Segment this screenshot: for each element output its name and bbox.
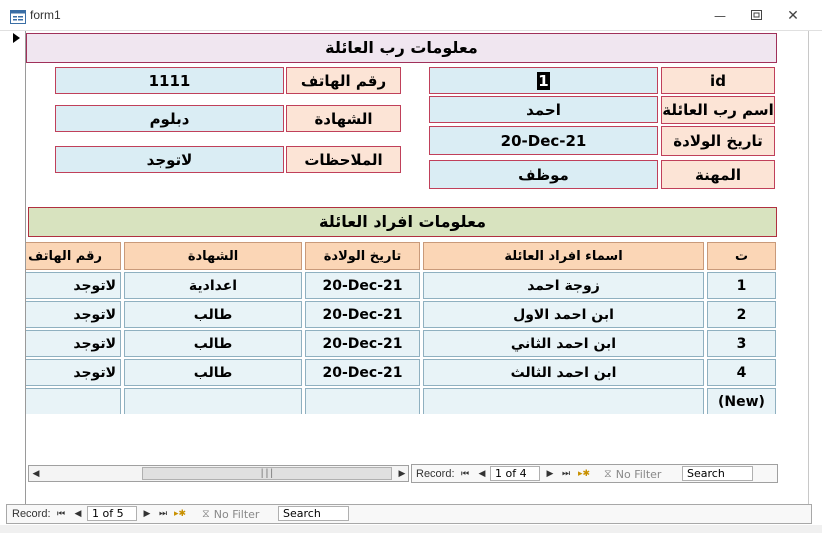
- table-cell-name[interactable]: ابن احمد الاول: [423, 301, 704, 328]
- certificate-field[interactable]: دبلوم: [55, 105, 284, 132]
- phone-field[interactable]: 1111: [55, 67, 284, 94]
- window-bottom-border: [0, 525, 822, 533]
- family-datasheet: ت اسماء افراد العائلة تاريخ الولادة الشه…: [26, 242, 778, 414]
- window-title: form1: [30, 8, 61, 22]
- family-info-title: معلومات افراد العائلة: [28, 207, 777, 237]
- table-cell-phone[interactable]: لاتوجد: [26, 330, 121, 357]
- form-search-input[interactable]: Search: [278, 506, 349, 521]
- table-cell-certificate[interactable]: طالب: [124, 330, 302, 357]
- table-cell-number[interactable]: 4: [707, 359, 776, 386]
- table-cell-phone[interactable]: لاتوجد: [26, 301, 121, 328]
- grip-icon: │││: [259, 469, 275, 478]
- job-field[interactable]: موظف: [429, 160, 658, 189]
- close-button[interactable]: ✕: [781, 6, 805, 26]
- table-cell-certificate[interactable]: طالب: [124, 301, 302, 328]
- table-cell-name[interactable]: ابن احمد الثاني: [423, 330, 704, 357]
- vertical-scrollbar[interactable]: [808, 31, 816, 504]
- birth-date-label: تاريخ الولادة: [661, 126, 775, 156]
- table-cell-number[interactable]: 1: [707, 272, 776, 299]
- subform-filter-label: No Filter: [615, 467, 662, 481]
- next-record-icon[interactable]: ▶: [544, 467, 556, 480]
- form-first-record-icon[interactable]: ⏮: [55, 507, 67, 520]
- table-cell-birth-date[interactable]: 20-Dec-21: [305, 359, 420, 386]
- form-filter-indicator[interactable]: ⧖ No Filter: [202, 507, 259, 521]
- column-header-member-names[interactable]: اسماء افراد العائلة: [423, 242, 704, 270]
- form-icon: [10, 9, 26, 24]
- job-label: المهنة: [661, 160, 775, 189]
- id-label: id: [661, 67, 775, 94]
- new-record-phone-cell[interactable]: [26, 388, 121, 414]
- notes-label: الملاحظات: [286, 146, 401, 173]
- column-header-birth-date[interactable]: تاريخ الولادة: [305, 242, 420, 270]
- table-cell-certificate[interactable]: اعدادية: [124, 272, 302, 299]
- subform-search-input[interactable]: Search: [682, 466, 753, 481]
- head-name-field[interactable]: احمد: [429, 96, 658, 123]
- table-cell-number[interactable]: 2: [707, 301, 776, 328]
- table-cell-phone[interactable]: لاتوجد: [26, 272, 121, 299]
- form-record-position[interactable]: 1 of 5: [87, 506, 137, 521]
- scrollbar-thumb[interactable]: │││: [142, 467, 392, 480]
- table-cell-birth-date[interactable]: 20-Dec-21: [305, 272, 420, 299]
- form-filter-icon: ⧖: [202, 507, 210, 520]
- certificate-label: الشهادة: [286, 105, 401, 132]
- form-previous-record-icon[interactable]: ◀: [72, 507, 84, 520]
- column-header-number[interactable]: ت: [707, 242, 776, 270]
- form-filter-label: No Filter: [213, 507, 260, 521]
- close-icon: ✕: [787, 8, 799, 24]
- subform-record-label: Record:: [416, 468, 455, 480]
- table-cell-phone[interactable]: لاتوجد: [26, 359, 121, 386]
- table-cell-birth-date[interactable]: 20-Dec-21: [305, 330, 420, 357]
- birth-date-field[interactable]: 20-Dec-21: [429, 126, 658, 155]
- record-selector[interactable]: [6, 31, 26, 504]
- table-cell-certificate[interactable]: طالب: [124, 359, 302, 386]
- form-new-record-icon[interactable]: ▸✱: [173, 507, 187, 520]
- maximize-button[interactable]: [744, 6, 768, 26]
- previous-record-icon[interactable]: ◀: [476, 467, 488, 480]
- minimize-button[interactable]: —: [708, 6, 732, 26]
- first-record-icon[interactable]: ⏮: [459, 467, 471, 480]
- last-record-icon[interactable]: ⏭: [560, 467, 572, 480]
- scroll-right-icon[interactable]: ▶: [396, 467, 408, 480]
- scroll-left-icon[interactable]: ◀: [30, 467, 42, 480]
- new-record-name-cell[interactable]: [423, 388, 704, 414]
- form-record-label: Record:: [12, 508, 51, 520]
- new-record-cell[interactable]: (New): [707, 388, 776, 414]
- table-cell-birth-date[interactable]: 20-Dec-21: [305, 301, 420, 328]
- id-field[interactable]: 1: [429, 67, 658, 94]
- table-cell-name[interactable]: زوجة احمد: [423, 272, 704, 299]
- head-info-title: معلومات رب العائلة: [26, 33, 777, 63]
- head-name-label: اسم رب العائلة: [661, 96, 775, 124]
- minimize-icon: —: [714, 9, 726, 23]
- notes-field[interactable]: لاتوجد: [55, 146, 284, 173]
- filter-icon: ⧖: [604, 467, 612, 480]
- title-bar: [0, 0, 822, 31]
- current-record-arrow-icon: [13, 33, 20, 43]
- phone-label: رقم الهاتف: [286, 67, 401, 94]
- new-record-birth-cell[interactable]: [305, 388, 420, 414]
- new-record-certificate-cell[interactable]: [124, 388, 302, 414]
- form-next-record-icon[interactable]: ▶: [141, 507, 153, 520]
- id-value: 1: [537, 71, 550, 90]
- new-record-icon[interactable]: ▸✱: [577, 467, 591, 480]
- table-cell-name[interactable]: ابن احمد الثالث: [423, 359, 704, 386]
- subform-record-position[interactable]: 1 of 4: [490, 466, 540, 481]
- form-last-record-icon[interactable]: ⏭: [157, 507, 169, 520]
- maximize-icon: [750, 9, 762, 23]
- column-header-phone[interactable]: رقم الهاتف: [26, 242, 121, 270]
- table-cell-number[interactable]: 3: [707, 330, 776, 357]
- subform-filter-indicator[interactable]: ⧖ No Filter: [604, 467, 661, 481]
- column-header-certificate[interactable]: الشهادة: [124, 242, 302, 270]
